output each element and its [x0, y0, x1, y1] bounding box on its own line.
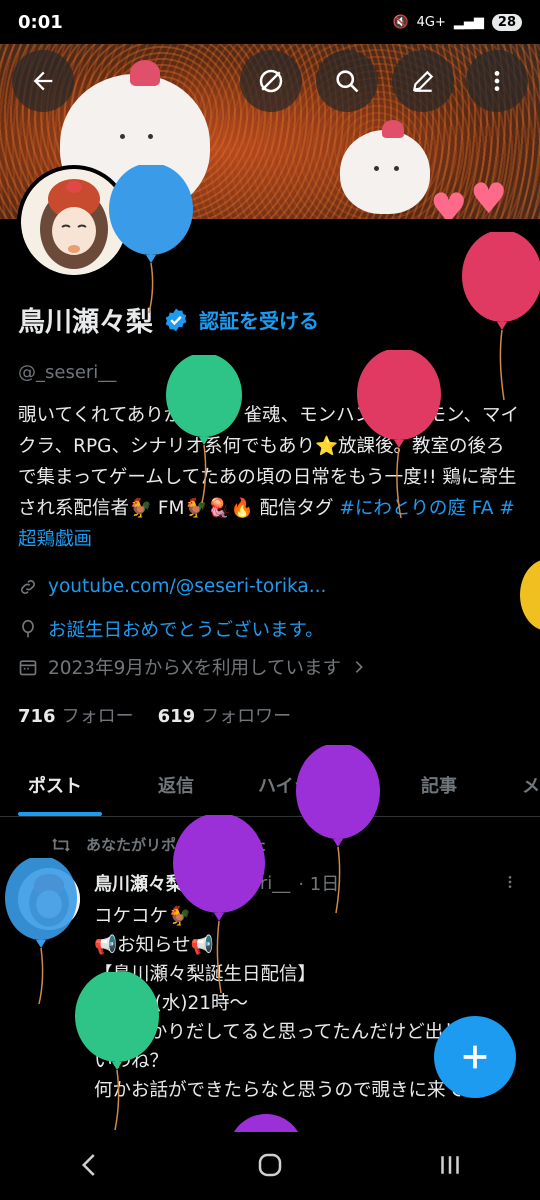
signal-icon: ▂▄▆	[453, 14, 484, 30]
followers-link[interactable]: 619 フォロワー	[158, 702, 292, 728]
compose-post-button[interactable]	[434, 1016, 516, 1098]
balloon-blue-left	[5, 858, 77, 1005]
follow-stats: 716 フォロー 619 フォロワー	[18, 702, 291, 728]
balloon-green-low	[75, 972, 159, 1131]
website-link[interactable]: youtube.com/@seseri-torika...	[48, 576, 326, 597]
more-vertical-icon	[508, 876, 512, 888]
profile-handle: @_seseri__	[18, 362, 117, 383]
joined-row[interactable]: 2023年9月からXを利用しています	[18, 654, 367, 680]
following-count: 716	[18, 706, 56, 727]
balloon-blue-top	[109, 165, 193, 314]
balloon-red-right	[462, 232, 540, 401]
more-button[interactable]	[466, 50, 528, 112]
profile-bio: 覗いてくれてありがとう！ 雀魂、モンハン、ポケモン、マイクラ、RPG、シナリオ系…	[18, 400, 523, 555]
search-button[interactable]	[316, 50, 378, 112]
more-vertical-icon	[494, 71, 500, 91]
active-tab-indicator	[18, 812, 102, 816]
back-button[interactable]	[12, 50, 74, 112]
followers-label: フォロワー	[201, 706, 292, 727]
tab-media[interactable]: メ	[522, 772, 540, 798]
search-icon	[336, 70, 359, 93]
grok-button[interactable]	[240, 50, 302, 112]
chevron-right-icon	[355, 661, 363, 673]
banner-heart-decor-2: ♥	[470, 174, 508, 219]
profile-tabs: ポスト 返信 ハイライト 記事 メ	[0, 758, 540, 817]
edit-button[interactable]	[392, 50, 454, 112]
back-arrow-icon	[33, 71, 53, 91]
status-icons: 🔇 4G+ ▂▄▆ 28	[392, 13, 522, 31]
balloon-purple-left	[173, 815, 265, 994]
banner-chicken-right	[340, 120, 430, 214]
balloon-green-mid	[166, 355, 242, 504]
link-icon	[21, 579, 35, 594]
status-bar: 0:01 🔇 4G+ ▂▄▆ 28	[0, 0, 540, 44]
joined-text: 2023年9月からXを利用しています	[48, 658, 341, 679]
following-label: フォロー	[61, 706, 134, 727]
back-nav-icon[interactable]	[75, 1150, 105, 1180]
edit-pencil-icon	[412, 70, 434, 92]
birthday-text: お誕生日おめでとうございます。	[48, 620, 324, 641]
home-nav-icon[interactable]	[255, 1150, 285, 1180]
balloon-icon	[22, 619, 34, 638]
plus-icon	[463, 1045, 487, 1069]
balloon-yellow-edge	[520, 560, 540, 630]
mute-icon: 🔇	[392, 14, 409, 30]
birthday-row: お誕生日おめでとうございます。	[18, 616, 324, 642]
balloon-purple-right	[296, 745, 380, 914]
balloon-purple-bottom	[233, 1114, 299, 1132]
network-label: 4G+	[416, 14, 446, 30]
battery-indicator: 28	[491, 13, 522, 31]
status-time: 0:01	[18, 11, 63, 33]
website-row[interactable]: youtube.com/@seseri-torika...	[18, 576, 326, 597]
tab-posts[interactable]: ポスト	[28, 772, 82, 798]
following-link[interactable]: 716 フォロー	[18, 702, 134, 728]
get-verified-link[interactable]: 認証を受ける	[199, 305, 319, 334]
banner-heart-decor: ♥	[430, 184, 468, 219]
system-nav-bar	[0, 1130, 540, 1200]
recents-nav-icon[interactable]	[435, 1150, 465, 1180]
post-author-name[interactable]: 鳥川瀬々梨	[94, 870, 184, 896]
circle-slash-icon	[259, 69, 283, 93]
balloon-red-mid	[357, 350, 441, 519]
tab-articles[interactable]: 記事	[421, 772, 457, 798]
post-more-button[interactable]	[502, 872, 518, 897]
repost-icon	[52, 837, 70, 852]
tab-replies[interactable]: 返信	[158, 772, 194, 798]
calendar-icon	[19, 660, 37, 676]
followers-count: 619	[157, 706, 196, 727]
